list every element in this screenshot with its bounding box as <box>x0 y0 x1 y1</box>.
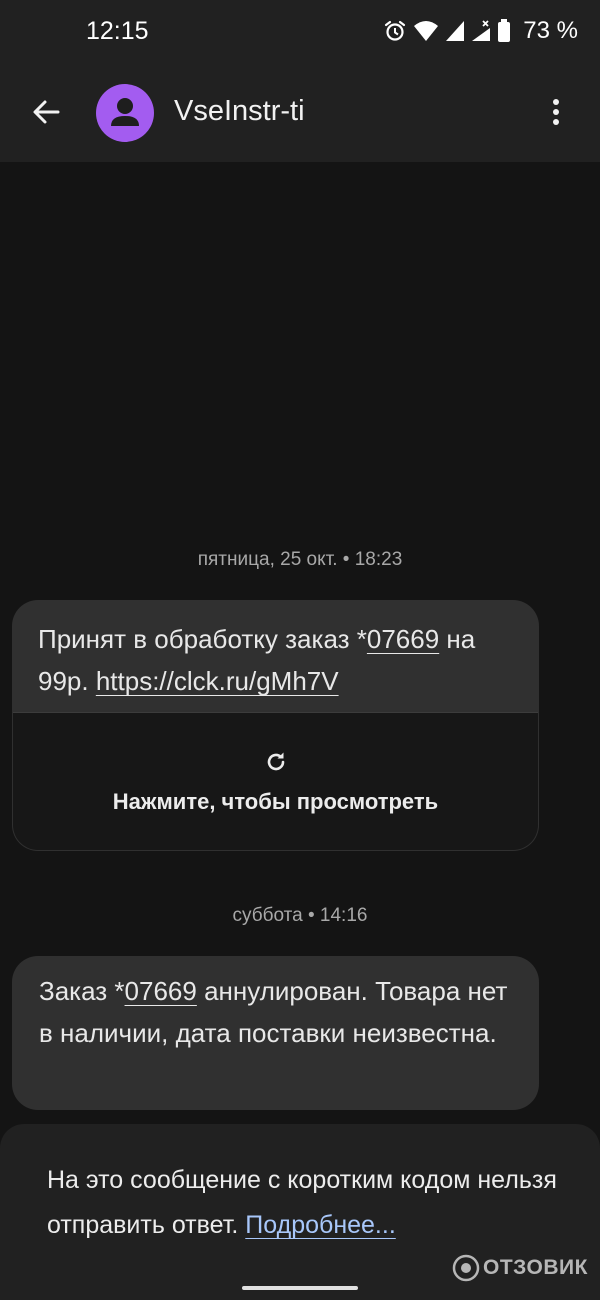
learn-more-link[interactable]: Подробнее... <box>245 1211 396 1239</box>
back-button[interactable] <box>26 92 66 132</box>
refresh-icon <box>267 752 285 771</box>
notice-text: На это сообщение с коротким кодом нельзя… <box>47 1166 557 1239</box>
preview-label: Нажмите, чтобы просмотреть <box>112 789 439 814</box>
message-bubble[interactable]: Заказ *07669 аннулирован. Товара нет в н… <box>12 956 539 1110</box>
more-vert-icon <box>553 99 559 125</box>
watermark: ОТЗОВИК <box>452 1254 588 1282</box>
alarm-icon <box>383 19 407 43</box>
signal-icon <box>445 20 465 42</box>
wifi-icon <box>413 20 439 42</box>
app-bar: VseInstr-ti <box>0 62 600 162</box>
status-bar: 12:15 73 % <box>0 0 600 62</box>
watermark-text: ОТЗОВИК <box>483 1256 588 1279</box>
message-bubble[interactable]: Принят в обработку заказ *07669 на 99р. … <box>12 600 539 851</box>
battery-percent: 73 % <box>523 17 578 44</box>
order-number-link[interactable]: 07669 <box>367 624 439 654</box>
status-time: 12:15 <box>86 17 149 45</box>
reply-not-supported-notice: На это сообщение с коротким кодом нельзя… <box>0 1124 600 1300</box>
link-preview-card[interactable]: Нажмите, чтобы просмотреть <box>13 712 538 850</box>
signal-no-data-icon <box>471 20 491 42</box>
contact-name: VseInstr-ti <box>174 95 305 127</box>
message-timestamp: пятница, 25 окт. • 18:23 <box>197 549 403 570</box>
back-arrow-icon <box>33 100 60 124</box>
order-number-link[interactable]: 07669 <box>125 976 197 1006</box>
message-text: Заказ *07669 аннулирован. Товара нет в н… <box>39 976 508 1048</box>
person-icon <box>111 98 139 126</box>
battery-icon <box>497 19 511 43</box>
message-text: Принят в обработку заказ *07669 на 99р. … <box>38 624 476 696</box>
message-url-link[interactable]: https://clck.ru/gMh7V <box>96 666 339 696</box>
message-timestamp: суббота • 14:16 <box>232 905 368 926</box>
otzovik-logo-icon <box>452 1254 480 1282</box>
more-options-button[interactable] <box>540 92 572 134</box>
status-icons: 73 % <box>383 17 578 45</box>
avatar[interactable] <box>96 84 154 142</box>
home-indicator[interactable] <box>242 1286 358 1290</box>
